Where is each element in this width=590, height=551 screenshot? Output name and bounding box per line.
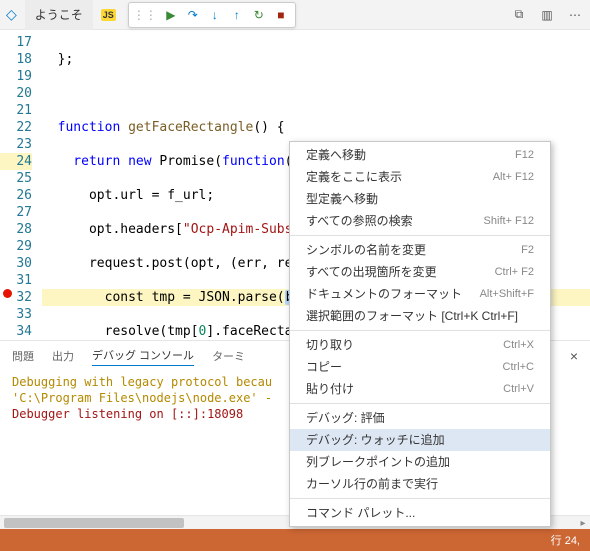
restart-button[interactable]: ↻ [249,5,269,25]
tab-problems[interactable]: 問題 [12,346,34,366]
tab-output[interactable]: 出力 [52,346,74,366]
panel-close-icon[interactable]: × [570,348,578,364]
stop-button[interactable]: ■ [271,5,291,25]
ctx-format-document[interactable]: ドキュメントのフォーマットAlt+Shift+F [290,283,550,305]
ctx-find-all-references[interactable]: すべての参照の検索Shift+ F12 [290,210,550,232]
tab-terminal[interactable]: ターミ [212,346,245,366]
debug-toolbar: ⋮⋮ ▶ ↷ ↓ ↑ ↻ ■ [128,2,296,28]
ctx-peek-definition[interactable]: 定義をここに表示Alt+ F12 [290,166,550,188]
tab-title: ようこそ [35,6,83,23]
js-badge-icon: JS [101,9,116,21]
open-preview-icon[interactable]: ⧉ [510,6,528,24]
editor-actions: ⧉ ▥ ⋯ [510,6,584,24]
status-cursor-pos[interactable]: 行 24, [551,532,580,548]
step-into-button[interactable]: ↓ [205,5,225,25]
ctx-command-palette[interactable]: コマンド パレット... [290,502,550,524]
tab-debug-console[interactable]: デバッグ コンソール [92,345,194,366]
scroll-right-arrow-icon[interactable]: ▸ [576,516,590,530]
ctx-separator [290,403,550,404]
ctx-debug-add-watch[interactable]: デバッグ: ウォッチに追加 [290,429,550,451]
ctx-paste[interactable]: 貼り付けCtrl+V [290,378,550,400]
more-actions-icon[interactable]: ⋯ [566,6,584,24]
split-editor-icon[interactable]: ▥ [538,6,556,24]
ctx-cut[interactable]: 切り取りCtrl+X [290,334,550,356]
context-menu: 定義へ移動F12 定義をここに表示Alt+ F12 型定義へ移動 すべての参照の… [289,141,551,527]
ctx-goto-definition[interactable]: 定義へ移動F12 [290,144,550,166]
ctx-format-selection[interactable]: 選択範囲のフォーマット [Ctrl+K Ctrl+F] [290,305,550,327]
step-out-button[interactable]: ↑ [227,5,247,25]
vs-logo-icon: ◇ [6,6,17,23]
tab-welcome[interactable]: ようこそ [25,0,93,30]
ctx-rename-symbol[interactable]: シンボルの名前を変更F2 [290,239,550,261]
ctx-column-breakpoint[interactable]: 列ブレークポイントの追加 [290,451,550,473]
tab-bar: ◇ ようこそ JS ⋮⋮ ▶ ↷ ↓ ↑ ↻ ■ ⧉ ▥ ⋯ [0,0,590,30]
ctx-separator [290,498,550,499]
continue-button[interactable]: ▶ [161,5,181,25]
ctx-copy[interactable]: コピーCtrl+C [290,356,550,378]
ctx-run-to-cursor[interactable]: カーソル行の前まで実行 [290,473,550,495]
status-bar: 行 24, [0,529,590,551]
ctx-change-all-occurrences[interactable]: すべての出現箇所を変更Ctrl+ F2 [290,261,550,283]
line-numbers: 171819202122232425262728293031323334 [0,30,42,340]
step-over-button[interactable]: ↷ [183,5,203,25]
ctx-debug-evaluate[interactable]: デバッグ: 評価 [290,407,550,429]
ctx-separator [290,235,550,236]
scrollbar-thumb[interactable] [4,518,184,528]
ctx-separator [290,330,550,331]
drag-grip-icon[interactable]: ⋮⋮ [133,8,157,22]
ctx-goto-type-definition[interactable]: 型定義へ移動 [290,188,550,210]
